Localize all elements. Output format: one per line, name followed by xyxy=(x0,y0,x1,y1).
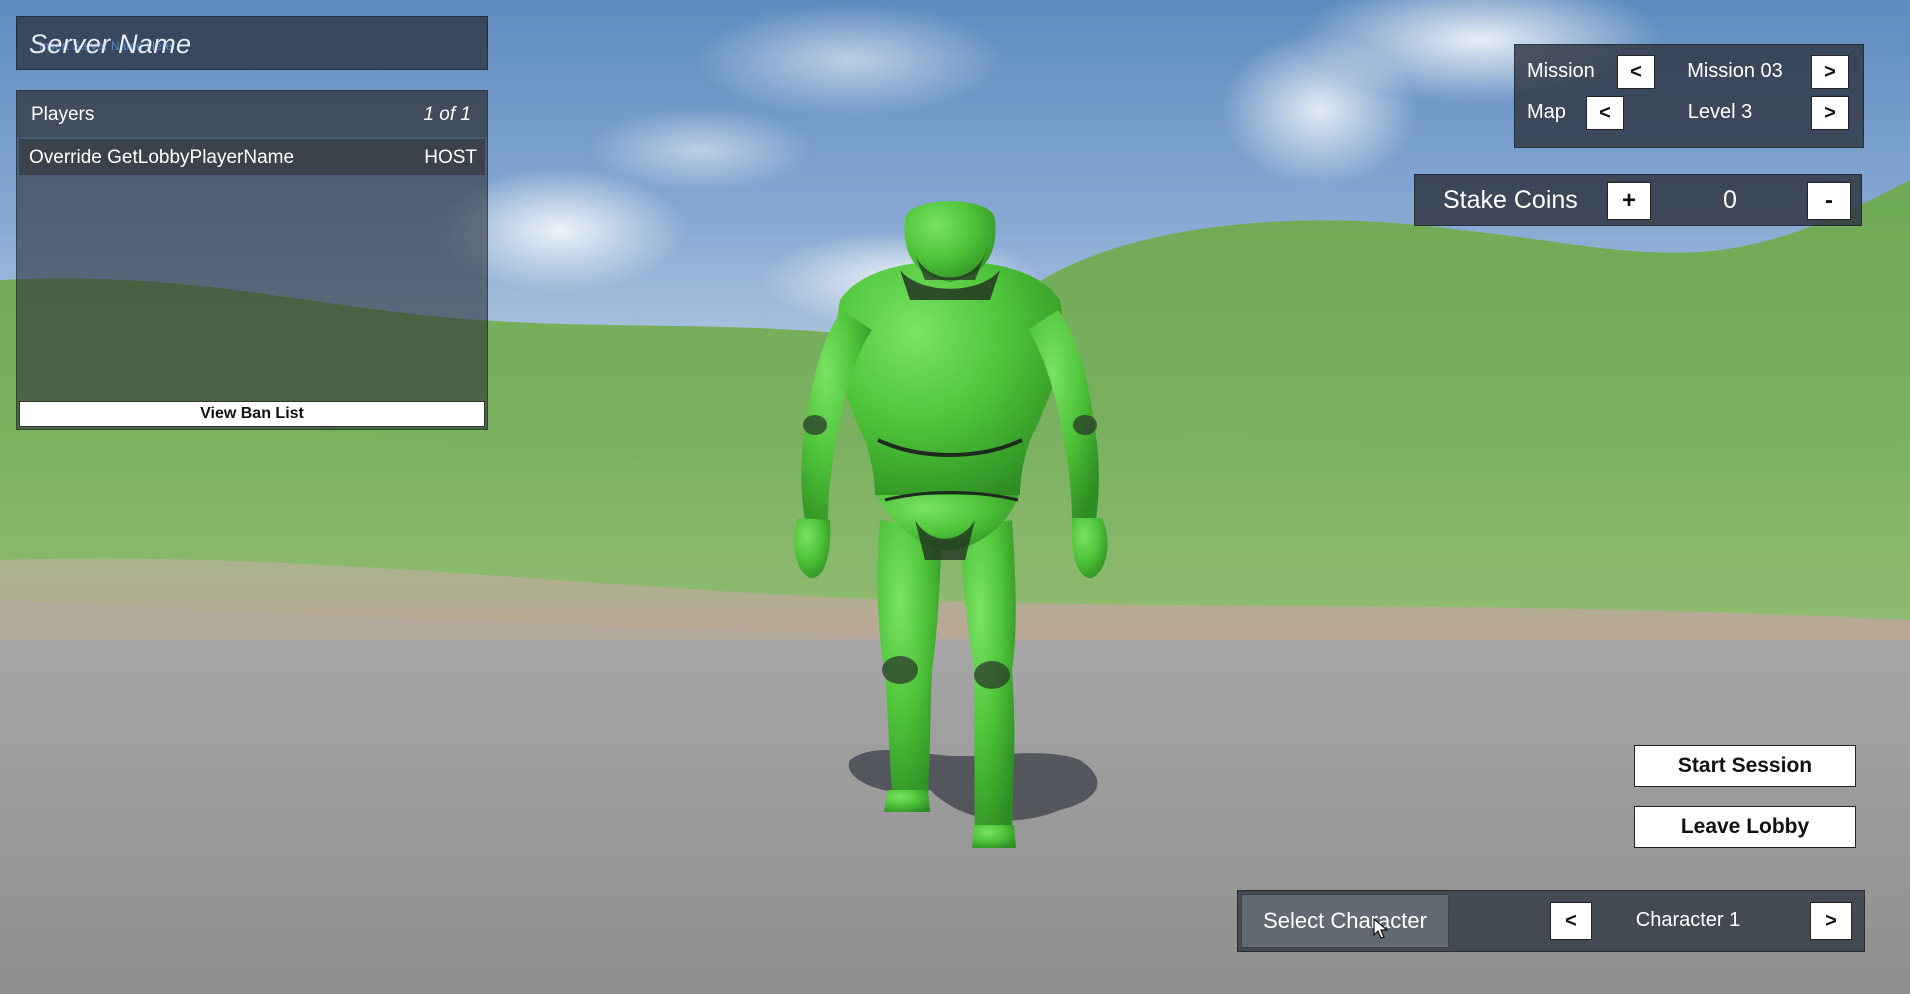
mission-label: Mission xyxy=(1527,60,1595,82)
map-label: Map xyxy=(1527,101,1566,123)
leave-lobby-button[interactable]: Leave Lobby xyxy=(1634,806,1856,848)
stake-coins-panel: Stake Coins + 0 - xyxy=(1414,174,1862,226)
players-count: 1 of 1 xyxy=(423,104,471,125)
map-value: Level 3 xyxy=(1687,101,1753,123)
players-header: Players 1 of 1 xyxy=(17,91,487,137)
stake-coins-value: 0 xyxy=(1723,186,1737,214)
player-role-badge: HOST xyxy=(424,147,477,168)
mission-next-button[interactable]: > xyxy=(1811,55,1849,89)
character-next-button[interactable]: > xyxy=(1810,902,1852,940)
mouse-cursor-icon xyxy=(1373,918,1389,939)
player-row[interactable]: Override GetLobbyPlayerName HOST xyxy=(19,139,485,175)
character-model xyxy=(794,201,1108,848)
server-name-title: Server Name xyxy=(29,29,192,59)
mission-prev-button[interactable]: < xyxy=(1617,55,1655,89)
stake-decrease-button[interactable]: - xyxy=(1807,182,1851,220)
stake-coins-label: Stake Coins xyxy=(1443,186,1578,214)
start-session-button[interactable]: Start Session xyxy=(1634,745,1856,787)
mission-map-panel: Mission < Mission 03 > Map < Level 3 > xyxy=(1514,44,1864,148)
character-select-panel: Select Character < Character 1 > xyxy=(1237,890,1865,952)
players-title: Players xyxy=(31,104,95,125)
view-ban-list-button[interactable]: View Ban List xyxy=(19,401,485,427)
character-value: Character 1 xyxy=(1635,909,1741,931)
player-name: Override GetLobbyPlayerName xyxy=(29,147,295,168)
map-next-button[interactable]: > xyxy=(1811,96,1849,130)
server-name-bar: Insert Server Name Here Server Name xyxy=(16,16,488,70)
character-prev-button[interactable]: < xyxy=(1550,902,1592,940)
map-prev-button[interactable]: < xyxy=(1586,96,1624,130)
players-panel: Players 1 of 1 Override GetLobbyPlayerNa… xyxy=(16,90,488,430)
stake-increase-button[interactable]: + xyxy=(1607,182,1651,220)
select-character-button[interactable]: Select Character xyxy=(1241,894,1449,948)
mission-value: Mission 03 xyxy=(1687,60,1783,82)
